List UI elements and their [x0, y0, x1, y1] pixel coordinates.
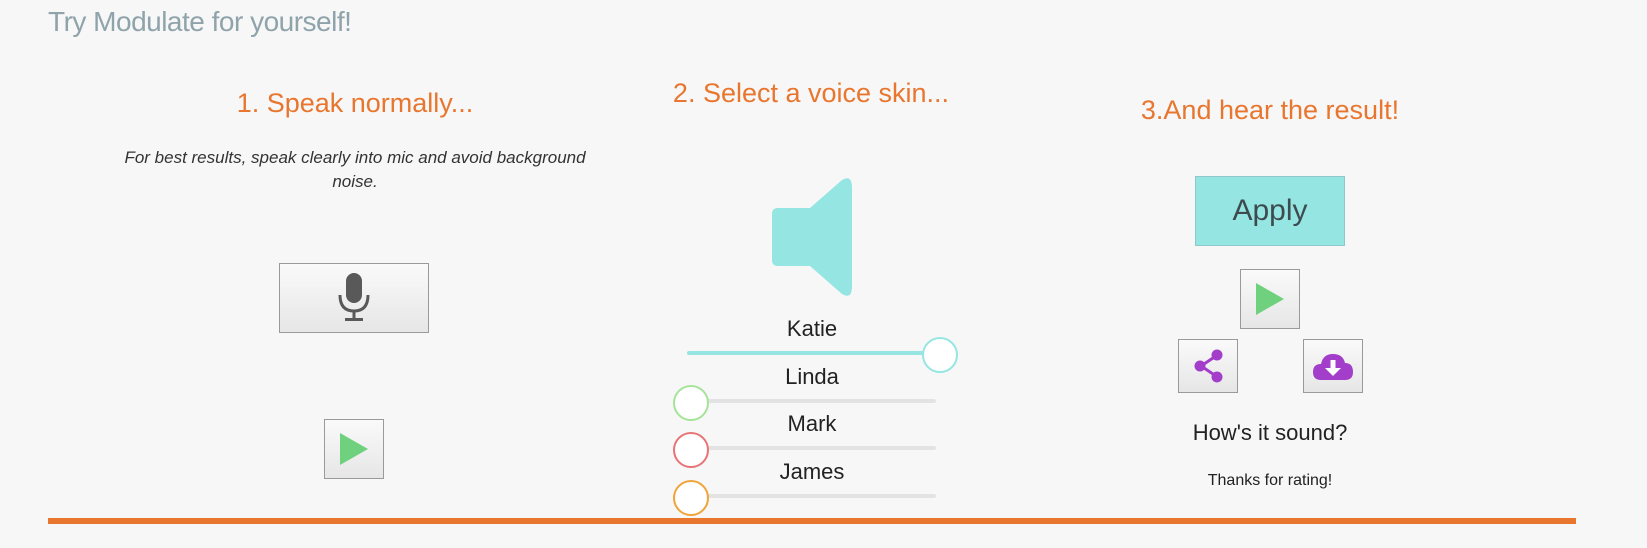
voice-label-linda: Linda: [785, 364, 839, 389]
cloud-download-icon: [1313, 354, 1353, 380]
step3-heading: 3.And hear the result!: [1140, 95, 1400, 125]
voice-slider-katie-handle[interactable]: [922, 337, 958, 373]
voice-label-katie: Katie: [786, 316, 838, 341]
voice-slider-linda-handle[interactable]: [673, 385, 709, 421]
step1-hint: For best results, speak clearly into mic…: [124, 148, 586, 191]
bottom-divider: [48, 518, 1576, 524]
speaker-icon: [772, 178, 852, 296]
play-icon: [1256, 283, 1284, 315]
play-result-button[interactable]: [1240, 269, 1300, 329]
voice-slider-katie-track[interactable]: [687, 351, 939, 355]
voice-slider-james-handle[interactable]: [673, 480, 709, 516]
play-icon: [340, 433, 368, 465]
record-button[interactable]: [279, 263, 429, 333]
voice-label-mark: Mark: [787, 411, 837, 436]
share-icon: [1194, 349, 1223, 383]
voice-slider-mark-track[interactable]: [692, 446, 936, 450]
voice-slider-linda-track[interactable]: [692, 399, 936, 403]
play-recording-button[interactable]: [324, 419, 384, 479]
share-button[interactable]: [1178, 339, 1238, 393]
page-title: Try Modulate for yourself!: [48, 6, 352, 37]
apply-button[interactable]: Apply: [1195, 176, 1345, 246]
voice-slider-james-track[interactable]: [692, 494, 936, 498]
rating-thanks: Thanks for rating!: [1207, 472, 1333, 489]
rating-question: How's it sound?: [1192, 420, 1348, 445]
download-button[interactable]: [1303, 339, 1363, 393]
step1-heading: 1. Speak normally...: [236, 88, 474, 118]
microphone-icon: [338, 273, 370, 321]
step2-heading: 2. Select a voice skin...: [672, 78, 950, 108]
voice-slider-mark-handle[interactable]: [673, 432, 709, 468]
voice-label-james: James: [779, 459, 845, 484]
